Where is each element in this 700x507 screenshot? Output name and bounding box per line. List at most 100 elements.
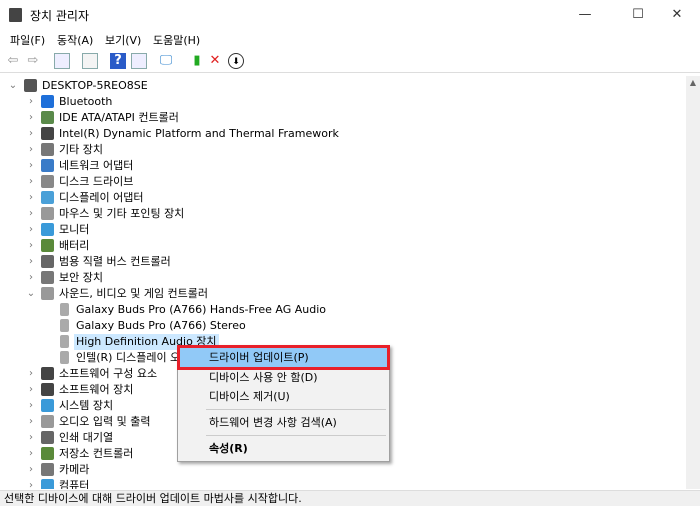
tree-item[interactable]: ⌄ 사운드, 비디오 및 게임 컨트롤러 bbox=[0, 286, 680, 302]
tree-item[interactable]: › 모니터 bbox=[0, 222, 680, 238]
chevron-right-icon[interactable]: › bbox=[26, 462, 36, 478]
menu-item-update-driver[interactable]: 드라이버 업데이트(P) bbox=[177, 345, 390, 370]
menu-item-scan-hardware[interactable]: 하드웨어 변경 사항 검색(A) bbox=[180, 413, 387, 432]
chevron-right-icon[interactable]: › bbox=[26, 110, 36, 126]
device-category-icon bbox=[41, 399, 54, 412]
back-icon[interactable]: ⇦ bbox=[5, 53, 21, 69]
device-category-icon bbox=[41, 479, 54, 489]
tree-item-label: 모니터 bbox=[59, 223, 90, 236]
chevron-right-icon[interactable]: › bbox=[26, 142, 36, 158]
chevron-right-icon[interactable]: › bbox=[26, 270, 36, 286]
tree-item-label: 사운드, 비디오 및 게임 컨트롤러 bbox=[59, 287, 209, 300]
tree-item[interactable]: › 디스플레이 어댑터 bbox=[0, 190, 680, 206]
status-bar: 선택한 디바이스에 대해 드라이버 업데이트 마법사를 시작합니다. bbox=[0, 490, 700, 506]
tree-item-label: 보안 장치 bbox=[59, 271, 103, 284]
chevron-down-icon[interactable]: ⌄ bbox=[8, 78, 18, 94]
properties-icon[interactable] bbox=[82, 53, 98, 69]
tree-item-label: 네트워크 어댑터 bbox=[59, 159, 134, 172]
tree-item-label: 배터리 bbox=[59, 239, 90, 252]
chevron-right-icon[interactable]: › bbox=[26, 478, 36, 489]
show-hide-console-tree-icon[interactable] bbox=[54, 53, 70, 69]
scan-hardware-icon[interactable]: 🖵 bbox=[158, 53, 174, 69]
device-category-icon bbox=[41, 383, 54, 396]
action-pane-icon[interactable] bbox=[131, 53, 147, 69]
chevron-right-icon[interactable]: › bbox=[26, 430, 36, 446]
tree-item-label: 소프트웨어 장치 bbox=[59, 383, 134, 396]
menu-view[interactable]: 보기(V) bbox=[105, 32, 141, 48]
chevron-right-icon[interactable]: › bbox=[26, 366, 36, 382]
device-category-icon bbox=[41, 127, 54, 140]
vertical-scrollbar[interactable]: ▲ bbox=[686, 76, 700, 489]
device-category-icon bbox=[41, 223, 54, 236]
tree-child-item[interactable]: Galaxy Buds Pro (A766) Stereo bbox=[0, 318, 680, 334]
tree-item[interactable]: › 카메라 bbox=[0, 462, 680, 478]
tree-child-label: Galaxy Buds Pro (A766) Stereo bbox=[76, 319, 246, 332]
chevron-right-icon[interactable]: › bbox=[26, 206, 36, 222]
menu-item-uninstall-device[interactable]: 디바이스 제거(U) bbox=[180, 387, 387, 406]
tree-root[interactable]: ⌄ DESKTOP-5REO8SE bbox=[0, 78, 680, 94]
tree-item[interactable]: › IDE ATA/ATAPI 컨트롤러 bbox=[0, 110, 680, 126]
tree-item-label: 카메라 bbox=[59, 463, 90, 476]
tree-root-label: DESKTOP-5REO8SE bbox=[42, 79, 148, 92]
tree-child-label: Galaxy Buds Pro (A766) Hands-Free AG Aud… bbox=[76, 303, 326, 316]
device-category-icon bbox=[41, 463, 54, 476]
chevron-right-icon[interactable]: › bbox=[26, 414, 36, 430]
menu-action[interactable]: 동작(A) bbox=[57, 32, 93, 48]
disable-icon[interactable]: ⬇ bbox=[228, 53, 244, 69]
device-category-icon bbox=[41, 239, 54, 252]
chevron-right-icon[interactable]: › bbox=[26, 94, 36, 110]
chevron-right-icon[interactable]: › bbox=[26, 190, 36, 206]
device-manager-icon bbox=[9, 8, 22, 22]
chevron-right-icon[interactable]: › bbox=[26, 238, 36, 254]
scroll-up-arrow[interactable]: ▲ bbox=[686, 76, 700, 90]
chevron-right-icon[interactable]: › bbox=[26, 222, 36, 238]
device-category-icon bbox=[41, 431, 54, 444]
window-title: 장치 관리자 bbox=[30, 9, 90, 23]
chevron-right-icon[interactable]: › bbox=[26, 398, 36, 414]
uninstall-icon[interactable]: ✕ bbox=[207, 53, 223, 69]
chevron-right-icon[interactable]: › bbox=[26, 158, 36, 174]
chevron-right-icon[interactable]: › bbox=[26, 254, 36, 270]
tree-item[interactable]: › 마우스 및 기타 포인팅 장치 bbox=[0, 206, 680, 222]
tree-item-label: 오디오 입력 및 출력 bbox=[59, 415, 151, 428]
tree-item-label: 기타 장치 bbox=[59, 143, 103, 156]
help-icon[interactable]: ? bbox=[110, 53, 126, 69]
tree-item-label: 인쇄 대기열 bbox=[59, 431, 114, 444]
menu-file[interactable]: 파일(F) bbox=[10, 32, 45, 48]
tree-item-label: 디스크 드라이브 bbox=[59, 175, 134, 188]
tree-item[interactable]: › Bluetooth bbox=[0, 94, 680, 110]
menu-item-disable-device[interactable]: 디바이스 사용 안 함(D) bbox=[180, 368, 387, 387]
tree-item-label: 디스플레이 어댑터 bbox=[59, 191, 144, 204]
tree-item[interactable]: › 배터리 bbox=[0, 238, 680, 254]
menu-bar: 파일(F) 동작(A) 보기(V) 도움말(H) bbox=[0, 30, 700, 49]
tree-item[interactable]: › 보안 장치 bbox=[0, 270, 680, 286]
menu-help[interactable]: 도움말(H) bbox=[153, 32, 200, 48]
tree-item[interactable]: › 디스크 드라이브 bbox=[0, 174, 680, 190]
device-category-icon bbox=[41, 159, 54, 172]
forward-icon[interactable]: ⇨ bbox=[25, 53, 41, 69]
chevron-right-icon[interactable]: › bbox=[26, 446, 36, 462]
update-driver-icon[interactable]: ▮ bbox=[189, 53, 205, 69]
device-category-icon bbox=[41, 367, 54, 380]
tree-child-item[interactable]: Galaxy Buds Pro (A766) Hands-Free AG Aud… bbox=[0, 302, 680, 318]
chevron-right-icon[interactable]: › bbox=[26, 174, 36, 190]
device-category-icon bbox=[41, 143, 54, 156]
minimize-button[interactable]: — bbox=[562, 0, 608, 30]
close-button[interactable]: ✕ bbox=[654, 0, 700, 30]
tree-item[interactable]: › 기타 장치 bbox=[0, 142, 680, 158]
device-category-icon bbox=[41, 447, 54, 460]
tree-item-label: Intel(R) Dynamic Platform and Thermal Fr… bbox=[59, 127, 339, 140]
chevron-right-icon[interactable]: › bbox=[26, 126, 36, 142]
tree-item[interactable]: › 네트워크 어댑터 bbox=[0, 158, 680, 174]
tree-item-label: Bluetooth bbox=[59, 95, 113, 108]
tree-item[interactable]: › 컴퓨터 bbox=[0, 478, 680, 489]
menu-item-properties[interactable]: 속성(R) bbox=[180, 439, 387, 458]
menu-separator bbox=[206, 435, 386, 436]
tree-item-label: 저장소 컨트롤러 bbox=[59, 447, 134, 460]
tree-item[interactable]: › 범용 직렬 버스 컨트롤러 bbox=[0, 254, 680, 270]
device-category-icon bbox=[41, 175, 54, 188]
chevron-right-icon[interactable]: › bbox=[26, 382, 36, 398]
device-category-icon bbox=[41, 207, 54, 220]
tree-item[interactable]: › Intel(R) Dynamic Platform and Thermal F… bbox=[0, 126, 680, 142]
chevron-down-icon[interactable]: ⌄ bbox=[26, 286, 36, 302]
